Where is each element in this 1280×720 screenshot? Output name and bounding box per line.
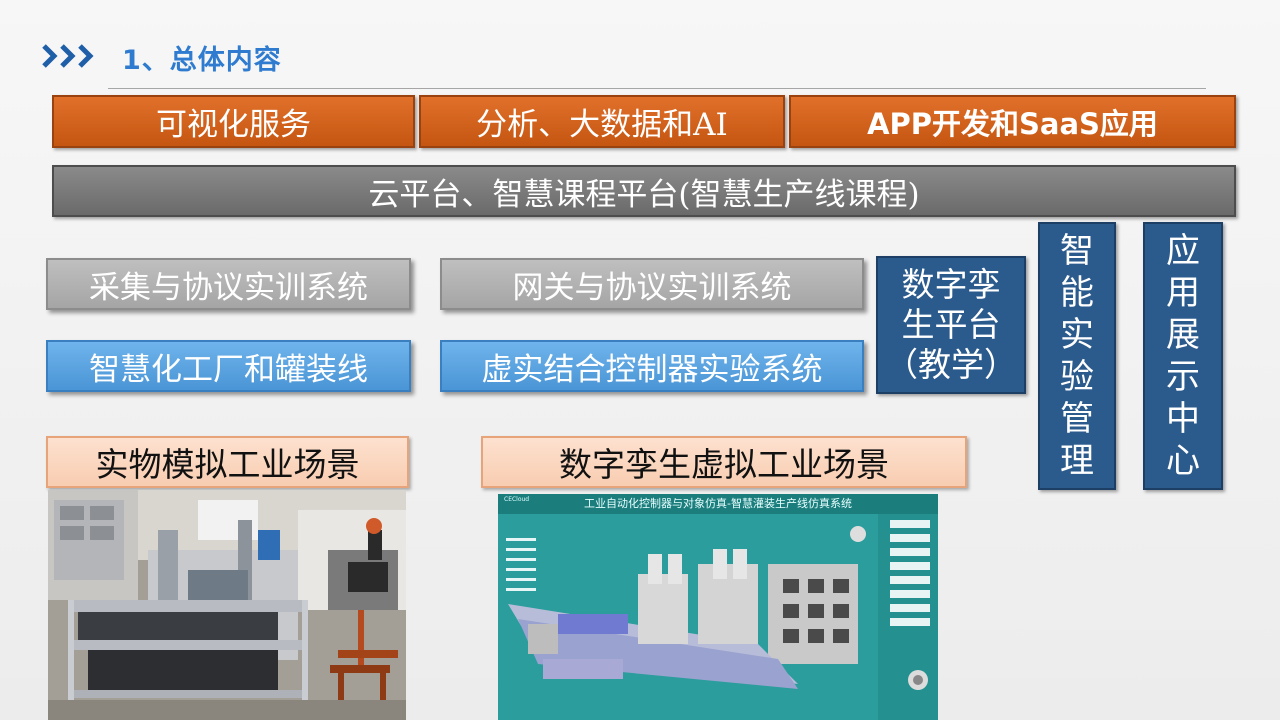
visualization-service-box: 可视化服务 xyxy=(52,95,415,148)
application-showcase-center-box: 应 用 展 示 中 心 xyxy=(1143,222,1223,490)
lab-mgmt-char: 理 xyxy=(1060,441,1094,481)
gateway-protocol-training-box: 网关与协议实训系统 xyxy=(440,258,864,310)
page-title: 1、总体内容 xyxy=(122,45,282,76)
lab-mgmt-char: 验 xyxy=(1060,357,1094,397)
lab-mgmt-char: 智 xyxy=(1060,231,1094,271)
analytics-bigdata-ai-box: 分析、大数据和AI xyxy=(419,95,785,148)
lab-mgmt-char: 管 xyxy=(1060,399,1094,439)
physical-lab-photo xyxy=(48,490,406,720)
lab-mgmt-char: 实 xyxy=(1060,315,1094,355)
showcase-char: 展 xyxy=(1166,315,1200,355)
digital-twin-line-3: （教学） xyxy=(885,345,1017,384)
digital-twin-line-1: 数字孪 xyxy=(901,265,1001,304)
intelligent-lab-management-box: 智 能 实 验 管 理 xyxy=(1038,222,1116,490)
simulation-screenshot: 工业自动化控制器与对象仿真-智慧灌装生产线仿真系统 CECloud xyxy=(498,494,938,720)
virtual-scene-label: 数字孪生虚拟工业场景 xyxy=(481,436,967,488)
showcase-char: 示 xyxy=(1166,357,1200,397)
simulation-scene-image xyxy=(498,514,938,720)
showcase-char: 应 xyxy=(1166,231,1200,271)
smart-factory-filling-line-box: 智慧化工厂和罐装线 xyxy=(46,340,411,392)
digital-twin-platform-box: 数字孪 生平台 （教学） xyxy=(876,256,1026,394)
showcase-char: 中 xyxy=(1166,399,1200,439)
showcase-char: 用 xyxy=(1166,273,1200,313)
acquisition-protocol-training-box: 采集与协议实训系统 xyxy=(46,258,411,310)
lab-mgmt-char: 能 xyxy=(1060,273,1094,313)
digital-twin-line-2: 生平台 xyxy=(901,305,1001,344)
title-divider xyxy=(108,88,1206,89)
physical-scene-label: 实物模拟工业场景 xyxy=(46,436,409,488)
slide: 1、总体内容 可视化服务 分析、大数据和AI APP开发和SaaS应用 云平台、… xyxy=(0,0,1280,720)
showcase-char: 心 xyxy=(1166,441,1200,481)
cloud-platform-box: 云平台、智慧课程平台(智慧生产线课程) xyxy=(52,165,1236,217)
lab-equipment-image xyxy=(48,490,406,720)
triple-chevron-right-icon xyxy=(42,44,94,68)
virtual-real-controller-lab-box: 虚实结合控制器实验系统 xyxy=(440,340,864,392)
app-saas-box: APP开发和SaaS应用 xyxy=(789,95,1236,148)
